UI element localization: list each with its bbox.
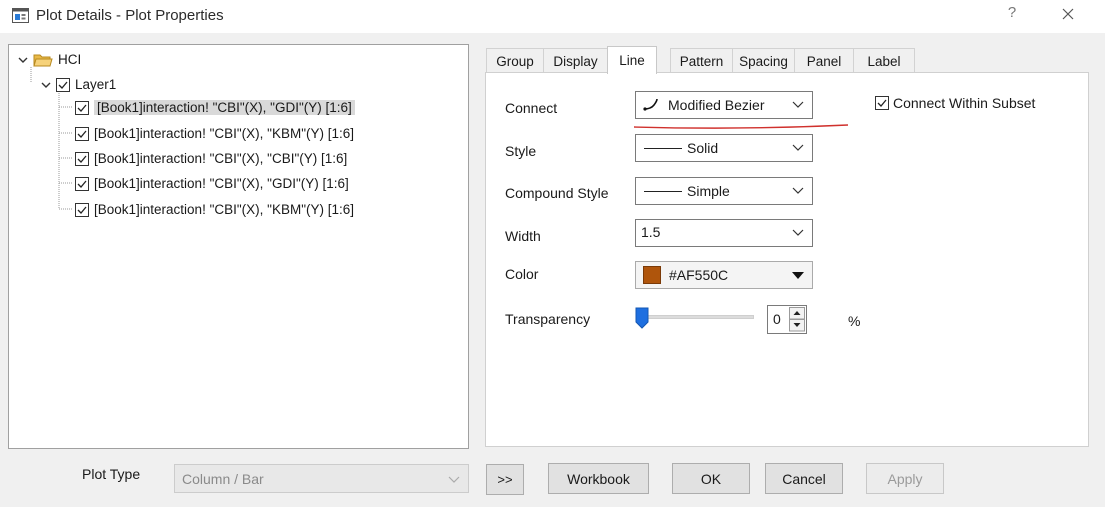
- plot-item[interactable]: [Book1]interaction! "CBI"(X), "GDI"(Y) […: [75, 98, 355, 117]
- color-label: Color: [505, 266, 539, 282]
- chevron-down-icon[interactable]: [40, 79, 52, 91]
- plot-item-label: [Book1]interaction! "CBI"(X), "GDI"(Y) […: [94, 176, 349, 191]
- transparency-label: Transparency: [505, 311, 591, 327]
- tab-pattern[interactable]: Pattern: [670, 48, 733, 73]
- chevron-down-icon: [792, 229, 804, 236]
- bezier-curve-icon: [643, 98, 658, 111]
- plot-item[interactable]: [Book1]interaction! "CBI"(X), "KBM"(Y) […: [75, 200, 354, 219]
- chevron-down-icon: [792, 187, 804, 194]
- plot-item-label: [Book1]interaction! "CBI"(X), "GDI"(Y) […: [94, 100, 355, 115]
- check-icon[interactable]: [875, 96, 889, 110]
- tab-panel[interactable]: Panel: [794, 48, 854, 73]
- plot-item-label: [Book1]interaction! "CBI"(X), "CBI"(Y) […: [94, 151, 348, 166]
- caret-down-icon: [792, 272, 804, 279]
- help-button[interactable]: ?: [1004, 4, 1020, 21]
- chevron-down-icon: [792, 101, 804, 108]
- cancel-button[interactable]: Cancel: [765, 463, 843, 494]
- tree-root[interactable]: HCI: [17, 50, 81, 69]
- color-swatch: [643, 266, 661, 284]
- transparency-value: 0: [773, 311, 781, 327]
- tree-layer-label: Layer1: [75, 77, 117, 92]
- tree-root-label: HCI: [58, 52, 82, 67]
- connect-label: Connect: [505, 100, 558, 116]
- plot-item-label: [Book1]interaction! "CBI"(X), "KBM"(Y) […: [94, 202, 355, 217]
- red-underline-annotation: [633, 124, 849, 129]
- transparency-slider-track[interactable]: [642, 315, 754, 319]
- line-swatch: [644, 147, 682, 149]
- style-label: Style: [505, 143, 537, 159]
- plot-details-window-icon: [12, 8, 29, 23]
- tab-label[interactable]: Label: [853, 48, 915, 73]
- plot-tree[interactable]: HCI Layer1 [Book1]interaction! "CBI"(X),…: [8, 44, 469, 449]
- ok-button[interactable]: OK: [672, 463, 750, 494]
- open-folder-icon: [33, 54, 53, 66]
- spinner-arrows-icon[interactable]: [789, 307, 805, 332]
- plot-item[interactable]: [Book1]interaction! "CBI"(X), "CBI"(Y) […: [75, 149, 347, 168]
- connect-within-subset-label: Connect Within Subset: [893, 95, 1036, 111]
- connect-value: Modified Bezier: [668, 97, 765, 113]
- close-icon[interactable]: [1057, 3, 1079, 25]
- line-swatch: [644, 190, 682, 192]
- chevron-down-icon[interactable]: [17, 54, 29, 66]
- style-value: Solid: [687, 140, 719, 156]
- tree-layer[interactable]: Layer1: [40, 75, 116, 94]
- compound-style-value: Simple: [687, 183, 730, 199]
- connect-dropdown[interactable]: Modified Bezier: [635, 91, 813, 119]
- connect-within-subset-checkbox[interactable]: Connect Within Subset: [875, 95, 1035, 111]
- plot-type-label: Plot Type: [82, 466, 141, 482]
- width-label: Width: [505, 228, 541, 244]
- apply-button[interactable]: Apply: [866, 463, 944, 494]
- plot-checkbox[interactable]: [75, 176, 89, 191]
- layer-checkbox[interactable]: [56, 77, 70, 92]
- chevron-down-icon: [792, 144, 804, 151]
- plot-type-dropdown[interactable]: Column / Bar: [174, 464, 469, 493]
- workbook-button[interactable]: Workbook: [548, 463, 649, 494]
- plot-checkbox[interactable]: [75, 100, 89, 115]
- window-title: Plot Details - Plot Properties: [36, 7, 224, 24]
- color-value: #AF550C: [669, 267, 729, 283]
- width-value: 1.5: [641, 224, 661, 240]
- plot-item-label: [Book1]interaction! "CBI"(X), "KBM"(Y) […: [94, 126, 355, 141]
- percent-unit: %: [848, 313, 861, 329]
- tab-group[interactable]: Group: [486, 48, 544, 73]
- plot-checkbox[interactable]: [75, 202, 89, 217]
- transparency-spinbox[interactable]: 0: [767, 305, 807, 334]
- plot-type-value: Column / Bar: [182, 470, 264, 487]
- width-combobox[interactable]: 1.5: [635, 219, 813, 247]
- color-dropdown[interactable]: #AF550C: [635, 261, 813, 289]
- plot-item[interactable]: [Book1]interaction! "CBI"(X), "GDI"(Y) […: [75, 174, 349, 193]
- transparency-slider-thumb[interactable]: [635, 307, 649, 329]
- expand-button[interactable]: >>: [486, 464, 524, 495]
- compound-style-label: Compound Style: [505, 185, 609, 201]
- plot-checkbox[interactable]: [75, 151, 89, 166]
- line-tab-panel: Connect Modified Bezier Connect Within S…: [485, 72, 1089, 447]
- tab-line[interactable]: Line: [607, 46, 657, 74]
- plot-checkbox[interactable]: [75, 126, 89, 141]
- style-dropdown[interactable]: Solid: [635, 134, 813, 162]
- compound-style-dropdown[interactable]: Simple: [635, 177, 813, 205]
- tab-spacing[interactable]: Spacing: [732, 48, 795, 73]
- plot-item[interactable]: [Book1]interaction! "CBI"(X), "KBM"(Y) […: [75, 124, 354, 143]
- chevron-down-icon: [448, 476, 460, 483]
- title-bar: Plot Details - Plot Properties ?: [0, 0, 1105, 33]
- tab-display[interactable]: Display: [543, 48, 608, 73]
